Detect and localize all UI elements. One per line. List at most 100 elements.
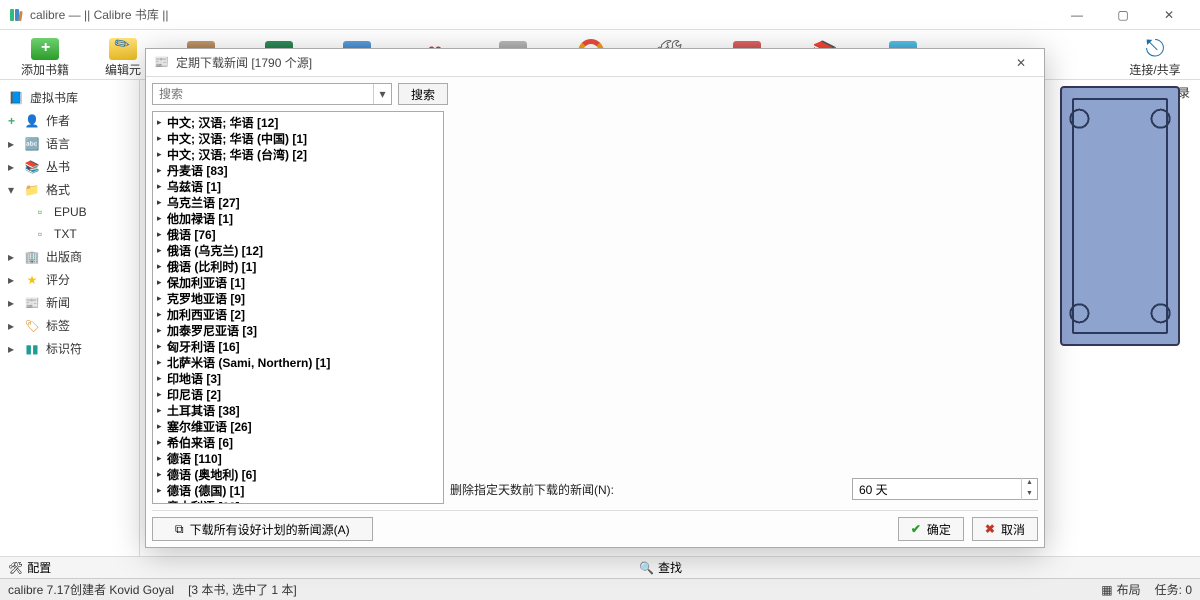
- minimize-button[interactable]: ―: [1054, 0, 1100, 30]
- expand-arrow-icon: ▸: [157, 181, 165, 192]
- language-label: 塞尔维亚语 [26]: [167, 418, 252, 434]
- search-icon: 🔍: [639, 561, 654, 575]
- spin-down-icon[interactable]: ▼: [1022, 489, 1037, 500]
- virtual-lib-icon: 📘: [8, 90, 24, 106]
- expand-arrow-icon: ▸: [157, 501, 165, 505]
- expand-arrow-icon: ▸: [157, 309, 165, 320]
- language-row[interactable]: ▸德语 (德国) [1]: [153, 482, 443, 498]
- language-list[interactable]: ▸中文; 汉语; 华语 [12]▸中文; 汉语; 华语 (中国) [1]▸中文;…: [152, 111, 444, 504]
- language-label: 俄语 (比利时) [1]: [167, 258, 256, 274]
- expand-arrow-icon: ▸: [157, 277, 165, 288]
- series-icon: 📚: [24, 159, 40, 175]
- language-label: 印地语 [3]: [167, 370, 221, 386]
- expand-arrow-icon: ▸: [157, 229, 165, 240]
- book-cover[interactable]: [1060, 86, 1180, 346]
- maximize-button[interactable]: ▢: [1100, 0, 1146, 30]
- expand-arrow-icon: ▸: [157, 325, 165, 336]
- expand-arrow-icon: ▸: [157, 117, 165, 128]
- dialog-title: 定期下载新闻 [1790 个源]: [176, 54, 1006, 71]
- expand-arrow-icon: ▸: [157, 437, 165, 448]
- share-icon: ⎋: [1146, 35, 1165, 63]
- expand-arrow-icon: ▸: [157, 469, 165, 480]
- language-row[interactable]: ▸克罗地亚语 [9]: [153, 290, 443, 306]
- language-row[interactable]: ▸他加禄语 [1]: [153, 210, 443, 226]
- tree-format-txt[interactable]: ▫TXT: [4, 223, 135, 245]
- language-label: 丹麦语 [83]: [167, 162, 228, 178]
- language-label: 中文; 汉语; 华语 (台湾) [2]: [167, 146, 307, 162]
- language-row[interactable]: ▸印地语 [3]: [153, 370, 443, 386]
- language-label: 乌克兰语 [27]: [167, 194, 240, 210]
- language-row[interactable]: ▸匈牙利语 [16]: [153, 338, 443, 354]
- dialog-close-button[interactable]: ✕: [1006, 56, 1036, 70]
- language-row[interactable]: ▸俄语 [76]: [153, 226, 443, 242]
- find-button[interactable]: 🔍查找: [639, 559, 682, 576]
- dialog-search-button[interactable]: 搜索: [398, 83, 448, 105]
- layout-button[interactable]: ▦布局: [1101, 581, 1140, 598]
- download-icon: ⧉: [175, 522, 184, 537]
- tree-series[interactable]: ▸📚丛书: [4, 155, 135, 178]
- spin-up-icon[interactable]: ▲: [1022, 478, 1037, 489]
- language-row[interactable]: ▸加利西亚语 [2]: [153, 306, 443, 322]
- language-label: 北萨米语 (Sami, Northern) [1]: [167, 354, 330, 370]
- language-row[interactable]: ▸俄语 (比利时) [1]: [153, 258, 443, 274]
- delete-old-label: 删除指定天数前下载的新闻(N):: [450, 481, 614, 498]
- language-label: 乌兹语 [1]: [167, 178, 221, 194]
- cover-panel: [1040, 80, 1200, 578]
- language-row[interactable]: ▸印尼语 [2]: [153, 386, 443, 402]
- tree-formats[interactable]: ▾📁格式: [4, 178, 135, 201]
- edit-icon: ✎: [109, 38, 137, 60]
- tree-identifiers[interactable]: ▸▮▮标识符: [4, 337, 135, 360]
- tree-authors[interactable]: +👤作者: [4, 109, 135, 132]
- toolbar-connect-share[interactable]: ⎋ 连接/共享: [1118, 32, 1192, 80]
- toolbar-add-books[interactable]: + 添加书籍: [8, 32, 82, 80]
- language-row[interactable]: ▸土耳其语 [38]: [153, 402, 443, 418]
- language-row[interactable]: ▸北萨米语 (Sami, Northern) [1]: [153, 354, 443, 370]
- language-row[interactable]: ▸乌克兰语 [27]: [153, 194, 443, 210]
- dialog-search-input[interactable]: [153, 84, 373, 104]
- language-row[interactable]: ▸塞尔维亚语 [26]: [153, 418, 443, 434]
- status-bar: calibre 7.17创建者 Kovid Goyal [3 本书, 选中了 1…: [0, 578, 1200, 600]
- news-icon: 📰: [24, 295, 40, 311]
- schedule-news-dialog: 📰 定期下载新闻 [1790 个源] ✕ ▾ 搜索 ▸中文; 汉语; 华语 [1…: [145, 48, 1045, 548]
- language-icon: 🔤: [24, 136, 40, 152]
- language-row[interactable]: ▸中文; 汉语; 华语 [12]: [153, 114, 443, 130]
- download-all-button[interactable]: ⧉ 下载所有设好计划的新闻源(A): [152, 517, 373, 541]
- dialog-search-combo[interactable]: ▾: [152, 83, 392, 105]
- language-row[interactable]: ▸德语 [110]: [153, 450, 443, 466]
- status-bookcount: [3 本书, 选中了 1 本]: [188, 581, 297, 598]
- chevron-down-icon[interactable]: ▾: [373, 84, 391, 104]
- language-row[interactable]: ▸丹麦语 [83]: [153, 162, 443, 178]
- language-label: 中文; 汉语; 华语 [12]: [167, 114, 278, 130]
- dialog-right-panel: 删除指定天数前下载的新闻(N): 60 天 ▲ ▼: [450, 111, 1038, 504]
- tree-virtual-library[interactable]: 📘虚拟书库: [4, 86, 135, 109]
- language-label: 匈牙利语 [16]: [167, 338, 240, 354]
- language-row[interactable]: ▸加泰罗尼亚语 [3]: [153, 322, 443, 338]
- ok-button[interactable]: ✔确定: [898, 517, 964, 541]
- language-row[interactable]: ▸中文; 汉语; 华语 (中国) [1]: [153, 130, 443, 146]
- expand-arrow-icon: ▸: [157, 421, 165, 432]
- tree-rating[interactable]: ▸★评分: [4, 268, 135, 291]
- tree-publisher[interactable]: ▸🏢出版商: [4, 245, 135, 268]
- language-row[interactable]: ▸希伯来语 [6]: [153, 434, 443, 450]
- language-row[interactable]: ▸中文; 汉语; 华语 (台湾) [2]: [153, 146, 443, 162]
- language-label: 加泰罗尼亚语 [3]: [167, 322, 257, 338]
- days-spinbox[interactable]: 60 天 ▲ ▼: [852, 478, 1038, 500]
- tree-languages[interactable]: ▸🔤语言: [4, 132, 135, 155]
- language-row[interactable]: ▸保加利亚语 [1]: [153, 274, 443, 290]
- language-row[interactable]: ▸意大利语 [62]: [153, 498, 443, 504]
- language-label: 俄语 [76]: [167, 226, 216, 242]
- tree-format-epub[interactable]: ▫EPUB: [4, 201, 135, 223]
- cancel-button[interactable]: ✖取消: [972, 517, 1038, 541]
- tree-news[interactable]: ▸📰新闻: [4, 291, 135, 314]
- expand-arrow-icon: ▸: [157, 293, 165, 304]
- language-label: 土耳其语 [38]: [167, 402, 240, 418]
- language-row[interactable]: ▸俄语 (乌克兰) [12]: [153, 242, 443, 258]
- config-button[interactable]: 🛠配置: [8, 559, 51, 576]
- tree-tags[interactable]: ▸🏷标签: [4, 314, 135, 337]
- language-label: 德语 (德国) [1]: [167, 482, 244, 498]
- language-row[interactable]: ▸乌兹语 [1]: [153, 178, 443, 194]
- language-row[interactable]: ▸德语 (奥地利) [6]: [153, 466, 443, 482]
- expand-arrow-icon: ▸: [157, 453, 165, 464]
- close-button[interactable]: ✕: [1146, 0, 1192, 30]
- expand-icon[interactable]: +: [8, 114, 18, 128]
